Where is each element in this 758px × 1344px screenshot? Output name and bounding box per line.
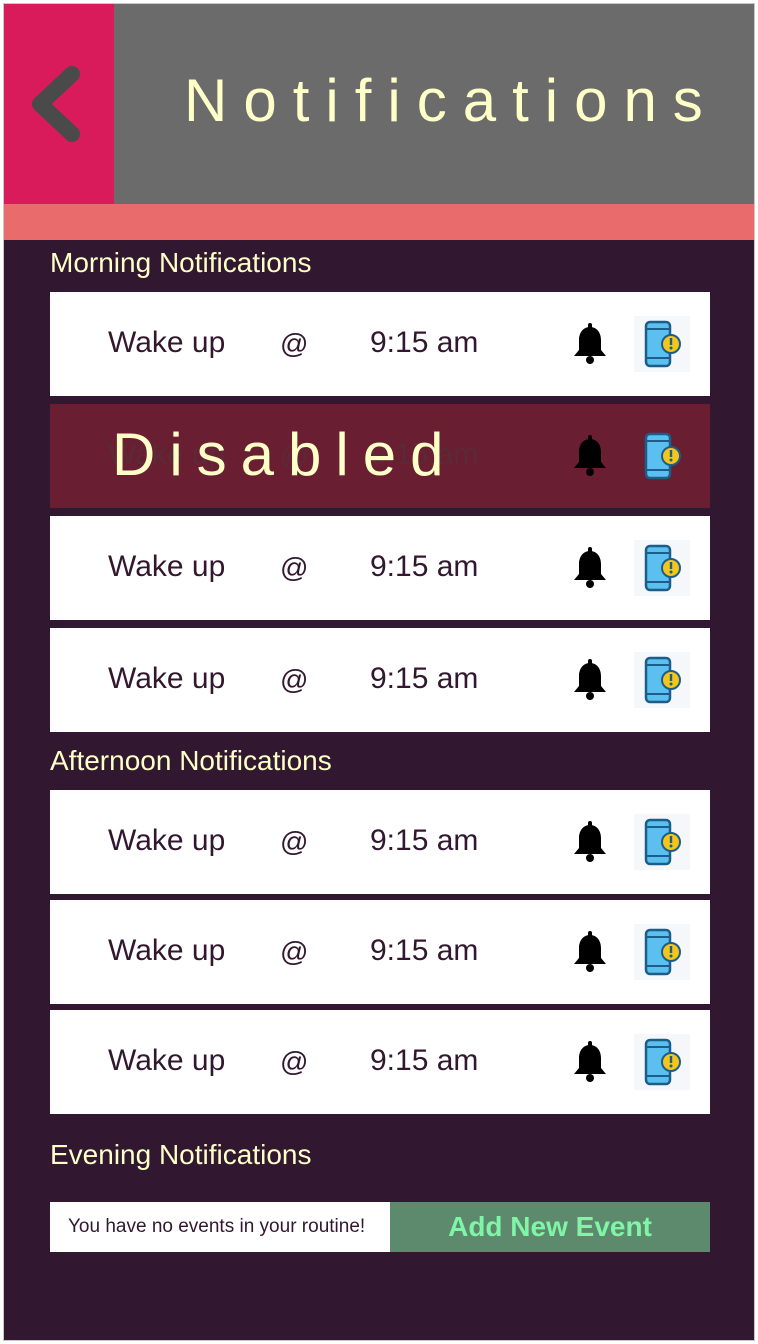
notification-row[interactable]: Wake up @ 9:15 am — [50, 900, 710, 1004]
notification-row[interactable]: Wake up @ 9:15 am — [50, 516, 710, 620]
bell-icon[interactable] — [568, 434, 612, 478]
page-title: Notifications — [184, 67, 719, 134]
bell-icon[interactable] — [568, 1040, 612, 1084]
phone-alert-icon[interactable] — [634, 924, 690, 980]
event-time: 9:15 am — [370, 662, 479, 695]
event-label: Wake up — [108, 1044, 226, 1077]
phone-alert-icon[interactable] — [634, 316, 690, 372]
event-time: 9:15 am — [370, 824, 479, 857]
phone-alert-icon[interactable] — [634, 652, 690, 708]
at-symbol: @ — [280, 552, 309, 583]
section-title-evening: Evening Notifications — [50, 1139, 312, 1170]
event-label: Wake up — [108, 934, 226, 967]
chevron-left-icon — [32, 66, 80, 142]
event-time: 9:15 am — [370, 934, 479, 967]
event-label: Wake up — [108, 824, 226, 857]
bell-icon[interactable] — [568, 322, 612, 366]
phone-alert-icon[interactable] — [634, 540, 690, 596]
bell-icon[interactable] — [568, 820, 612, 864]
notification-row[interactable]: Wake up @ 9:15 am — [50, 1010, 710, 1114]
event-label: Wake up — [108, 662, 226, 695]
notification-row[interactable]: Wake up @ 9:15 am — [50, 790, 710, 894]
phone-alert-icon[interactable] — [634, 1034, 690, 1090]
section-title-morning: Morning Notifications — [50, 247, 312, 278]
event-time: 9:15 am — [370, 550, 479, 583]
event-label: Wake up — [108, 550, 226, 583]
notification-row[interactable]: Wake up @ 9:15 am — [50, 292, 710, 396]
section-title-afternoon: Afternoon Notifications — [50, 745, 332, 776]
phone-alert-icon[interactable] — [634, 814, 690, 870]
at-symbol: @ — [280, 664, 309, 695]
back-button[interactable] — [4, 4, 114, 204]
bell-icon[interactable] — [568, 930, 612, 974]
event-time: 9:15 am — [370, 1044, 479, 1077]
event-time: 9:15 am — [370, 326, 479, 359]
notification-row[interactable]: Wake up @ 9:15 am — [50, 628, 710, 732]
bell-icon[interactable] — [568, 546, 612, 590]
empty-routine-message: You have no events in your routine! — [50, 1202, 390, 1252]
at-symbol: @ — [280, 328, 309, 359]
app-frame: Notifications Morning Notifications Wake… — [3, 3, 755, 1341]
at-symbol: @ — [280, 826, 309, 857]
bell-icon[interactable] — [568, 658, 612, 702]
header-bar: Notifications — [4, 4, 754, 204]
disabled-overlay: Disabled — [112, 421, 458, 488]
add-new-event-button[interactable]: Add New Event — [390, 1202, 710, 1252]
event-label: Wake up — [108, 326, 226, 359]
header-accent-strip — [4, 204, 754, 240]
at-symbol: @ — [280, 936, 309, 967]
at-symbol: @ — [280, 1046, 309, 1077]
notification-row-disabled[interactable]: Wake up @ 9:15 am Disabled — [50, 404, 710, 508]
phone-alert-icon[interactable] — [634, 428, 690, 484]
